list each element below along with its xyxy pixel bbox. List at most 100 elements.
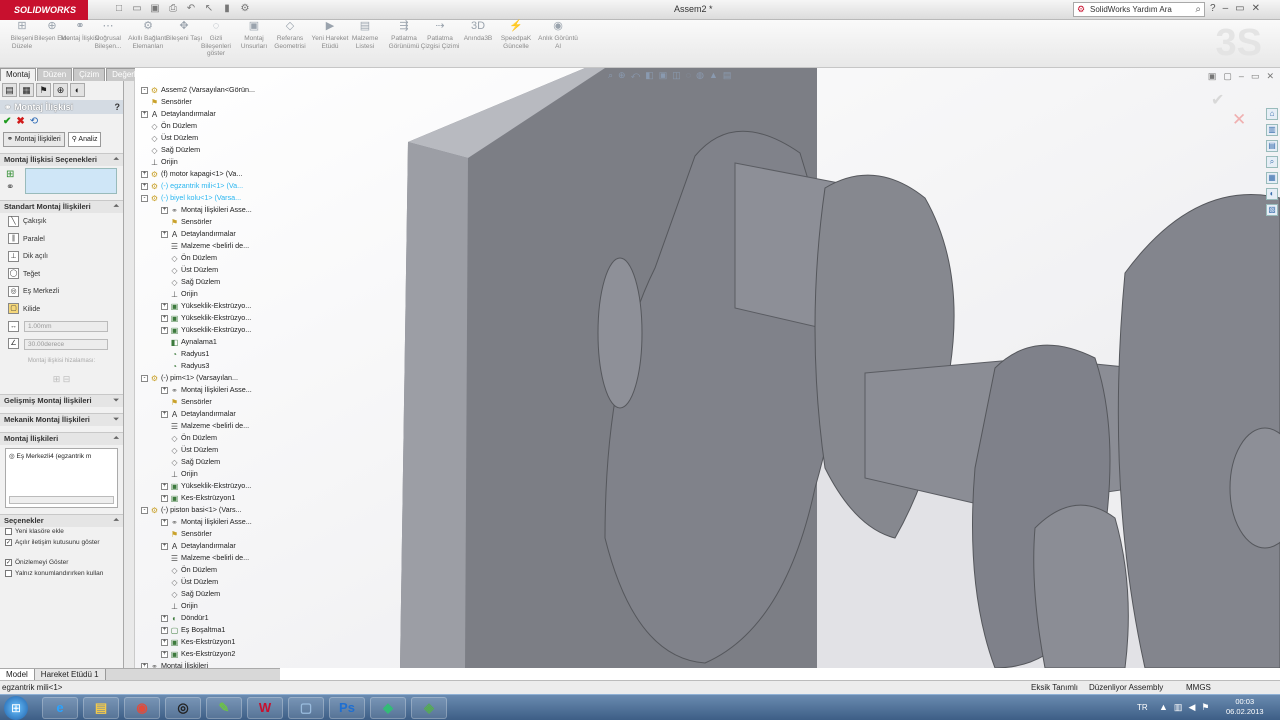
- tree-node[interactable]: ◇ Üst Düzlem: [135, 444, 275, 456]
- mates-list[interactable]: ◎ Eş Merkezli4 (egzantrik m: [5, 448, 118, 508]
- dimxpert-icon[interactable]: ⊕: [53, 83, 68, 97]
- tree-node[interactable]: ⚑ Sensörler: [135, 528, 275, 540]
- group-header[interactable]: Seçenekler ⏶: [0, 515, 123, 527]
- tab-mates[interactable]: ⚭ Montaj İlişkileri: [3, 132, 65, 147]
- command-show-hidden-button[interactable]: ◌ Gizli Bileşenleri göster: [196, 21, 236, 58]
- expand-icon[interactable]: +: [161, 230, 168, 238]
- group-header[interactable]: Mekanik Montaj İlişkileri ⏷: [0, 414, 123, 426]
- status-units[interactable]: MMGS: [1186, 681, 1211, 694]
- design-library-icon[interactable]: ▥: [1266, 124, 1278, 136]
- photoshop-icon[interactable]: Ps: [329, 697, 365, 719]
- flag-icon[interactable]: ⚑: [1201, 702, 1215, 712]
- tree-node[interactable]: ⊥ Orijin: [135, 156, 275, 168]
- command-exploded-view-button[interactable]: ⇶ Patlatma Görünümü: [384, 21, 424, 50]
- language-indicator[interactable]: TR: [1137, 703, 1148, 712]
- edit-appearance-icon[interactable]: ◍: [696, 70, 704, 81]
- steam-icon[interactable]: ◎: [165, 697, 201, 719]
- expand-icon[interactable]: +: [141, 110, 148, 118]
- command-bom-button[interactable]: ▤ Malzeme Listesi: [345, 21, 385, 50]
- solidworks-icon[interactable]: W: [247, 697, 283, 719]
- show-hidden-icons-icon[interactable]: ▲: [1159, 702, 1174, 712]
- tree-node[interactable]: + A Detaylandırmalar: [135, 108, 275, 120]
- checkbox-icon[interactable]: ✓: [5, 558, 12, 566]
- custom-properties-icon[interactable]: ▧: [1266, 204, 1278, 216]
- expand-icon[interactable]: +: [161, 326, 168, 334]
- tree-node[interactable]: + ⚭ Montaj İlişkileri Asse...: [135, 384, 275, 396]
- tile-icon[interactable]: ▢: [1223, 71, 1232, 82]
- group-header[interactable]: Montaj İlişkisi Seçenekleri ⏶: [0, 154, 123, 166]
- tree-node[interactable]: + ▣ Yükseklik-Ekstrüzyo...: [135, 312, 275, 324]
- paint-icon[interactable]: ✎: [206, 697, 242, 719]
- tab-0[interactable]: Montaj: [0, 68, 37, 81]
- minimize-icon[interactable]: –: [1223, 3, 1229, 14]
- solidworks-logo[interactable]: SOLIDWORKS: [0, 0, 88, 20]
- horizontal-scrollbar[interactable]: [9, 496, 114, 504]
- command-instant3d-button[interactable]: 3D Anında3B: [458, 21, 498, 43]
- display-style-icon[interactable]: ◫: [672, 70, 681, 81]
- checkbox-icon[interactable]: [5, 527, 12, 535]
- mate-concentric[interactable]: ◎ Eş Merkezli: [0, 283, 123, 301]
- close-icon[interactable]: ✕: [1252, 3, 1260, 14]
- tree-node[interactable]: - ⚙ (-) pim<1> (Varsayılan...: [135, 372, 275, 384]
- chrome-icon[interactable]: ◉: [124, 697, 160, 719]
- tree-node[interactable]: ◇ Ön Düzlem: [135, 252, 275, 264]
- tab-model[interactable]: Model: [0, 669, 35, 680]
- tree-node[interactable]: ◇ Üst Düzlem: [135, 132, 275, 144]
- tree-node[interactable]: ◇ Ön Düzlem: [135, 120, 275, 132]
- tree-node[interactable]: + ▢ Eş Boşaltma1: [135, 624, 275, 636]
- tree-node[interactable]: ◧ Aynalama1: [135, 336, 275, 348]
- command-speedpak-button[interactable]: ⚡ SpeedpaK Güncelle: [496, 21, 536, 50]
- cancel-icon[interactable]: ✖: [16, 116, 24, 127]
- select-icon[interactable]: ↖: [202, 3, 216, 16]
- save-icon[interactable]: ▣: [148, 3, 162, 16]
- search-icon[interactable]: ⌕: [1266, 156, 1278, 168]
- tree-node[interactable]: + A Detaylandırmalar: [135, 408, 275, 420]
- hide-show-icon[interactable]: ◌: [686, 70, 691, 81]
- tree-node[interactable]: ⚑ Sensörler: [135, 96, 275, 108]
- confirm-corner-cancel-icon[interactable]: ✕: [1232, 110, 1246, 130]
- mate-coincident[interactable]: ╲ Çakışık: [0, 213, 123, 231]
- start-button-icon[interactable]: ⊞: [4, 696, 28, 720]
- expand-icon[interactable]: +: [141, 182, 148, 190]
- tree-node[interactable]: + ▣ Kes-Ekstrüzyon2: [135, 648, 275, 660]
- volume-icon[interactable]: ◀: [1188, 702, 1201, 712]
- tree-node[interactable]: + A Detaylandırmalar: [135, 540, 275, 552]
- command-assembly-features-button[interactable]: ▣ Montaj Unsurları: [234, 21, 274, 50]
- tree-node[interactable]: ◇ Üst Düzlem: [135, 264, 275, 276]
- section-view-icon[interactable]: ◧: [645, 70, 654, 81]
- list-item[interactable]: ◎ Eş Merkezli4 (egzantrik m: [9, 452, 114, 460]
- expand-icon[interactable]: +: [161, 650, 168, 658]
- confirm-corner-ok-icon[interactable]: ✔: [1211, 90, 1224, 110]
- chevron-up-icon[interactable]: ⏶: [113, 515, 119, 527]
- tree-node[interactable]: + ⚭ Montaj İlişkileri Asse...: [135, 516, 275, 528]
- ie-icon[interactable]: e: [42, 697, 78, 719]
- mate-lock[interactable]: ▢ Kilide: [0, 301, 123, 319]
- resources-icon[interactable]: ⌂: [1266, 108, 1278, 120]
- mate-perpendicular[interactable]: ⊥ Dik açılı: [0, 248, 123, 266]
- group-header[interactable]: Gelişmiş Montaj İlişkileri ⏷: [0, 395, 123, 407]
- expand-icon[interactable]: +: [161, 206, 168, 214]
- mate-tangent[interactable]: ◯ Teğet: [0, 266, 123, 284]
- anti-aligned-icon[interactable]: ⊟: [63, 374, 71, 384]
- notepad-icon[interactable]: ▢: [288, 697, 324, 719]
- undo-icon[interactable]: ↶: [184, 3, 198, 16]
- expand-icon[interactable]: +: [141, 170, 148, 178]
- expand-icon[interactable]: +: [161, 482, 168, 490]
- clock[interactable]: 00:03 06.02.2013: [1226, 697, 1264, 717]
- command-reference-geometry-button[interactable]: ◇ Referans Geometrisi: [270, 21, 310, 50]
- entities-to-mate-field[interactable]: [25, 168, 117, 194]
- tree-node[interactable]: ⊥ Orijin: [135, 600, 275, 612]
- tab-analysis[interactable]: ⚲ Analiz: [67, 132, 102, 147]
- file-explorer-icon[interactable]: ▤: [1266, 140, 1278, 152]
- expand-icon[interactable]: +: [161, 614, 168, 622]
- help-search-input[interactable]: ⚙ SolidWorks Yardım Ara ⌕: [1073, 2, 1205, 17]
- tree-node[interactable]: + ⚭ Montaj İlişkileri Asse...: [135, 204, 275, 216]
- zoom-area-icon[interactable]: ⊕: [618, 70, 626, 81]
- display-manager-icon[interactable]: ◐: [70, 83, 85, 97]
- feature-manager-icon[interactable]: ▤: [2, 83, 17, 97]
- chevron-up-icon[interactable]: ⏶: [113, 433, 119, 445]
- app2-icon[interactable]: ◈: [411, 697, 447, 719]
- zoom-fit-icon[interactable]: ⌕: [608, 70, 613, 81]
- tree-node[interactable]: ◇ Sağ Düzlem: [135, 588, 275, 600]
- tree-node[interactable]: ⊥ Orijin: [135, 468, 275, 480]
